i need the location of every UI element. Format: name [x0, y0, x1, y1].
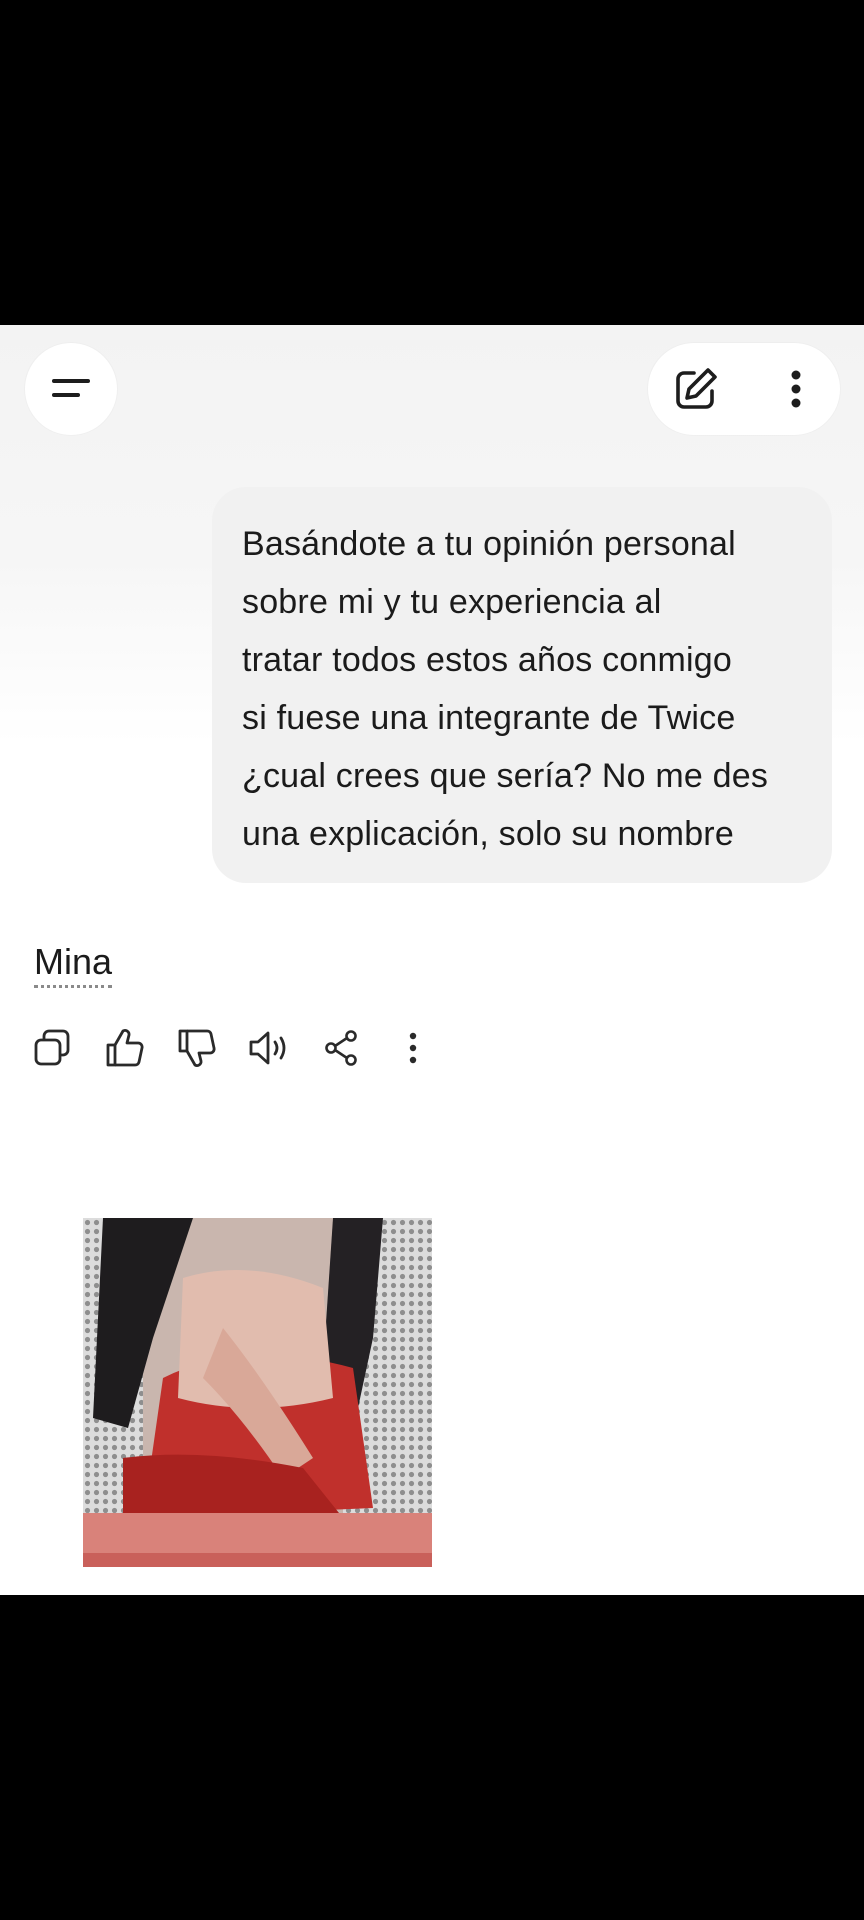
top-letterbox: [0, 0, 864, 325]
more-vertical-icon: [791, 370, 801, 408]
copy-icon[interactable]: [30, 1025, 76, 1071]
menu-button[interactable]: [25, 343, 117, 435]
reaction-photo: [83, 1218, 432, 1567]
share-icon[interactable]: [318, 1025, 364, 1071]
edit-icon: [676, 368, 717, 409]
top-actions-group: [648, 343, 840, 435]
bottom-letterbox: [0, 1595, 864, 1920]
user-message-text: Basándote a tu opinión personal sobre mi…: [242, 525, 769, 853]
thumbs-up-icon[interactable]: [102, 1025, 148, 1071]
user-message-bubble: Basándote a tu opinión personal sobre mi…: [212, 487, 832, 883]
chat-screen: Basándote a tu opinión personal sobre mi…: [0, 325, 864, 1595]
menu-icon: [52, 379, 90, 397]
new-chat-button[interactable]: [670, 363, 722, 415]
thumbs-down-icon[interactable]: [174, 1025, 220, 1071]
person-photo-image: [83, 1218, 432, 1567]
speaker-icon[interactable]: [246, 1025, 292, 1071]
more-options-button[interactable]: [770, 363, 822, 415]
more-vertical-icon[interactable]: [390, 1025, 436, 1071]
assistant-reply-text[interactable]: Mina: [34, 941, 113, 988]
